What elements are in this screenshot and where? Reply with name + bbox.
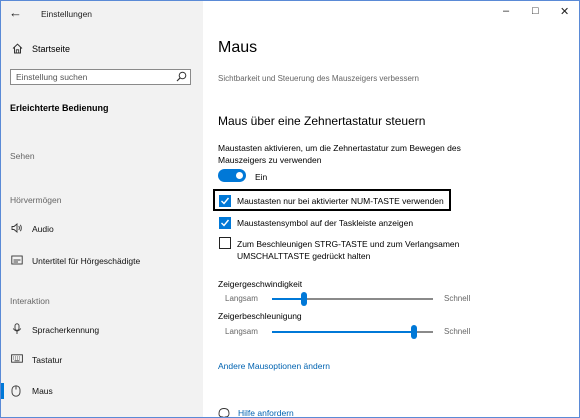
search-icon[interactable] xyxy=(176,71,187,84)
search-input[interactable] xyxy=(16,71,166,83)
checkbox-num-lock-only-label: Maustasten nur bei aktivierter NUM-TASTE… xyxy=(237,196,444,206)
acceleration-slider-thumb[interactable] xyxy=(410,325,417,339)
checkbox-ctrl-shift-label: Zum Beschleunigen STRG-TASTE und zum Ver… xyxy=(237,239,460,261)
section-interaktion: Interaktion xyxy=(10,296,50,306)
settings-search-box xyxy=(10,69,191,85)
sidebar-item-tastatur[interactable]: Tastatur xyxy=(32,355,62,365)
sidebar-item-spracherkennung[interactable]: Spracherkennung xyxy=(32,325,99,335)
selected-indicator xyxy=(1,383,4,399)
section-heading: Maus über eine Zehnertastatur steuern xyxy=(218,114,426,128)
checkbox-ctrl-shift[interactable] xyxy=(219,237,231,249)
speaker-icon xyxy=(11,223,23,235)
sidebar-item-audio[interactable]: Audio xyxy=(32,224,54,234)
settings-window: ← Einstellungen Startseite Erleichterte … xyxy=(0,0,580,418)
home-link[interactable]: Startseite xyxy=(32,44,70,54)
speed-slider-min: Langsam xyxy=(225,294,258,303)
sidebar-item-maus[interactable]: Maus xyxy=(32,386,53,396)
checkmark-icon xyxy=(221,197,230,205)
category-title: Erleichterte Bedienung xyxy=(10,103,109,113)
sidebar-item-untertitel[interactable]: Untertitel für Hörgeschädigte xyxy=(32,256,140,266)
minimize-icon[interactable]: – xyxy=(503,5,509,17)
acceleration-slider-min: Langsam xyxy=(225,327,258,336)
maximize-icon[interactable]: □ xyxy=(532,5,539,17)
speed-slider-max: Schnell xyxy=(444,294,471,303)
checkbox-num-lock-only[interactable] xyxy=(219,195,231,207)
help-link[interactable]: Hilfe anfordern xyxy=(238,408,294,417)
back-arrow-icon[interactable]: ← xyxy=(9,5,22,20)
speed-slider-fill xyxy=(272,298,305,300)
checkmark-icon xyxy=(221,219,230,227)
help-icon xyxy=(218,407,230,417)
captions-icon xyxy=(11,255,23,267)
acceleration-slider[interactable] xyxy=(272,325,433,339)
main-content: – □ ✕ Maus Sichtbarkeit und Steuerung de… xyxy=(203,1,579,417)
acceleration-slider-label: Zeigerbeschleunigung xyxy=(218,311,302,321)
checkbox-taskbar-icon-label: Maustastensymbol auf der Taskleiste anze… xyxy=(237,218,414,228)
toggle-description: Maustasten aktivieren, um die Zehnertast… xyxy=(218,143,461,165)
speed-slider[interactable] xyxy=(272,292,433,306)
toggle-state-label: Ein xyxy=(255,172,268,182)
keyboard-icon xyxy=(11,354,23,365)
checkbox-taskbar-icon[interactable] xyxy=(219,217,231,229)
toggle-knob xyxy=(236,172,243,179)
speed-slider-thumb[interactable] xyxy=(301,292,308,306)
sidebar: ← Einstellungen Startseite Erleichterte … xyxy=(1,1,203,417)
section-sehen: Sehen xyxy=(10,151,35,161)
section-hoervermoegen: Hörvermögen xyxy=(10,195,62,205)
mouse-icon xyxy=(11,385,21,399)
other-mouse-options-link[interactable]: Andere Mausoptionen ändern xyxy=(218,361,330,371)
microphone-icon xyxy=(11,323,23,337)
acceleration-slider-fill xyxy=(272,331,414,333)
page-subtitle: Sichtbarkeit und Steuerung des Mauszeige… xyxy=(218,74,419,83)
home-icon xyxy=(12,43,23,56)
acceleration-slider-max: Schnell xyxy=(444,327,471,336)
speed-slider-label: Zeigergeschwindigkeit xyxy=(218,279,303,289)
page-title: Maus xyxy=(218,39,258,56)
close-icon[interactable]: ✕ xyxy=(560,5,569,18)
mouse-keys-toggle[interactable] xyxy=(218,169,246,182)
window-title: Einstellungen xyxy=(41,9,93,19)
